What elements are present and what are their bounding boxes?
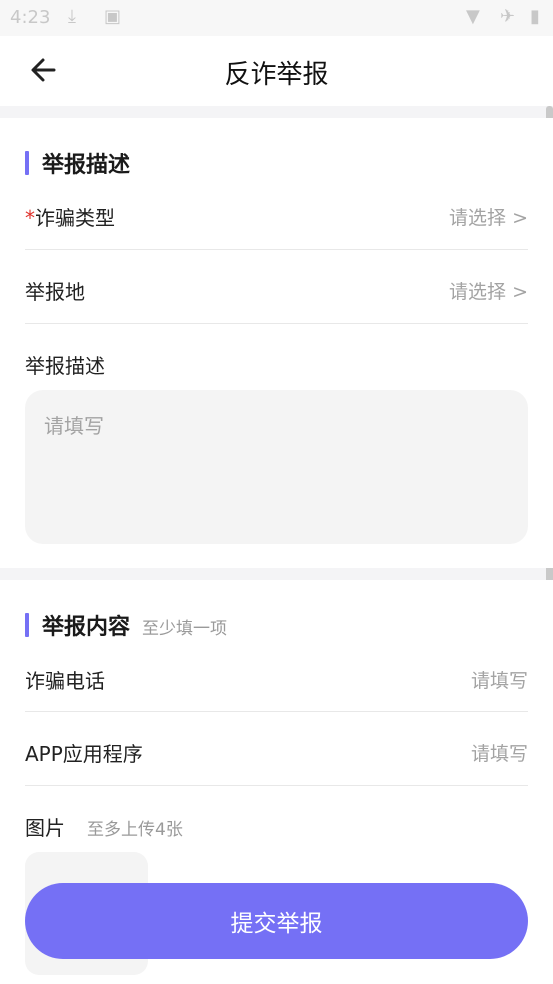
app-program-label: APP应用程序 bbox=[25, 741, 143, 766]
required-mark: * bbox=[25, 205, 35, 230]
report-location-row[interactable]: 举报地 请选择 > bbox=[25, 253, 528, 327]
status-bar: 4:23 ⤓ ▣ ▼ ✈ ▮ bbox=[0, 0, 553, 36]
submit-report-button[interactable]: 提交举报 bbox=[25, 883, 528, 959]
section-title-content: 举报内容 至少填一项 bbox=[25, 609, 227, 641]
app-header: 反诈举报 bbox=[0, 36, 553, 106]
section-title-description: 举报描述 bbox=[25, 147, 130, 179]
images-row: 图片 至多上传4张 bbox=[25, 812, 183, 841]
description-label: 举报描述 bbox=[25, 354, 105, 378]
divider bbox=[25, 249, 528, 250]
divider bbox=[25, 711, 528, 712]
section-title-text: 举报内容 bbox=[42, 615, 131, 640]
fraud-type-row[interactable]: *诈骗类型 请选择 > bbox=[25, 179, 528, 253]
section-accent-bar bbox=[25, 613, 29, 637]
description-textarea[interactable]: 请填写 bbox=[25, 390, 528, 544]
app-program-row: APP应用程序 请填写 bbox=[25, 715, 528, 789]
section-title-text: 举报描述 bbox=[42, 153, 131, 178]
images-label: 图片 bbox=[25, 816, 65, 840]
section-hint: 至少填一项 bbox=[142, 619, 228, 639]
battery-icon: ▮ bbox=[530, 6, 540, 27]
images-hint: 至多上传4张 bbox=[87, 820, 183, 840]
fraud-phone-input[interactable]: 请填写 bbox=[471, 666, 528, 693]
page-title: 反诈举报 bbox=[224, 60, 329, 90]
report-location-select[interactable]: 请选择 > bbox=[449, 277, 528, 304]
fraud-type-select[interactable]: 请选择 > bbox=[449, 203, 528, 230]
section-accent-bar bbox=[25, 151, 29, 175]
status-time: 4:23 bbox=[10, 7, 51, 28]
fraud-phone-row: 诈骗电话 请填写 bbox=[25, 642, 528, 716]
download-icon: ⤓ bbox=[68, 6, 76, 27]
divider bbox=[25, 323, 528, 324]
fraud-type-label: *诈骗类型 bbox=[25, 205, 115, 230]
airplane-icon: ✈ bbox=[500, 6, 516, 27]
notification-icon: ▣ bbox=[104, 6, 122, 27]
app-program-input[interactable]: 请填写 bbox=[471, 739, 528, 766]
wifi-icon: ▼ bbox=[466, 6, 480, 27]
divider bbox=[25, 785, 528, 786]
report-location-label: 举报地 bbox=[25, 279, 85, 304]
fraud-phone-label: 诈骗电话 bbox=[25, 668, 105, 693]
